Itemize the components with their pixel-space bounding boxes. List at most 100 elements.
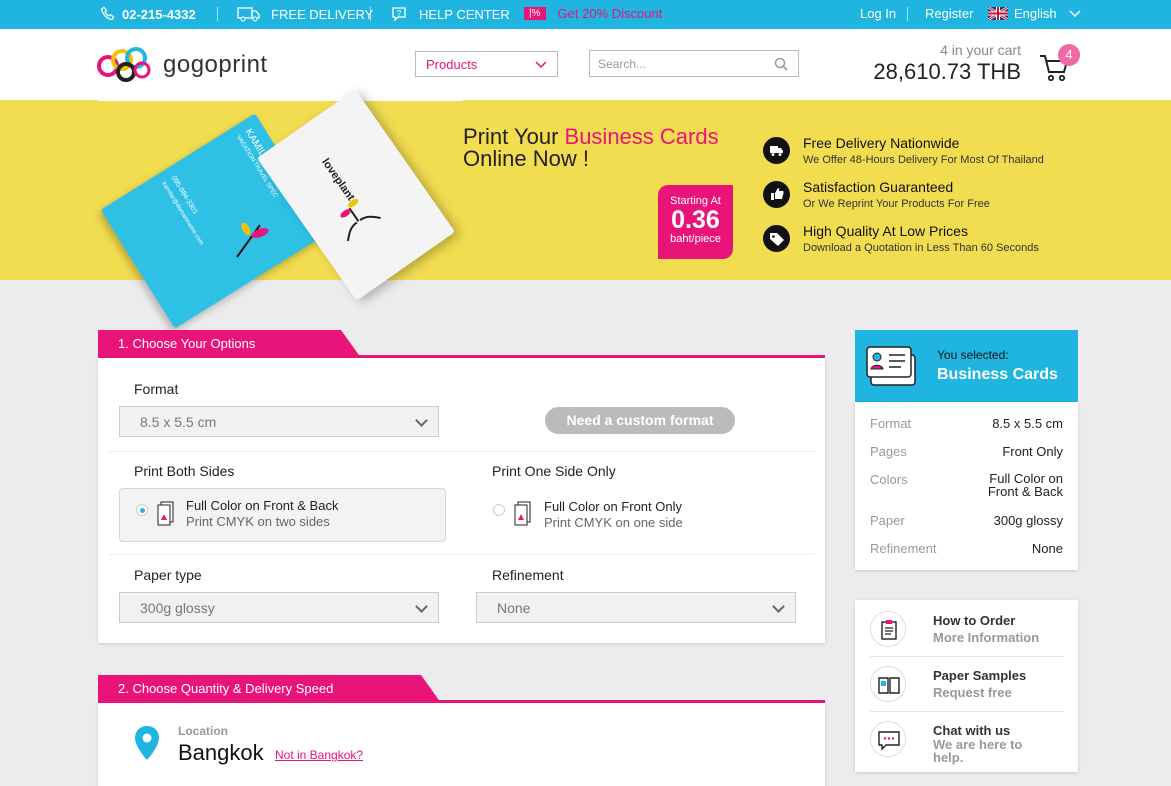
logo-wordmark[interactable]: gogoprint — [163, 51, 268, 79]
gogoprint-logo-icon[interactable] — [96, 46, 152, 84]
svg-text:?: ? — [397, 9, 402, 18]
divider — [217, 7, 218, 21]
chevron-down-icon — [415, 600, 428, 613]
selected-summary-body: Format 8.5 x 5.5 cm Pages Front Only Col… — [855, 402, 1078, 570]
option-title: Full Color on Front Only — [544, 499, 682, 514]
help-center-label: HELP CENTER — [419, 6, 510, 22]
how-to-order-item[interactable]: How to Order More Information — [870, 603, 1063, 657]
tab-slant — [417, 675, 441, 703]
hero-banner: KAMILAR PE VACATION TRAVEL SPEC 095-884-… — [0, 89, 1171, 329]
format-value: 8.5 x 5.5 cm — [140, 414, 217, 430]
selected-product: Business Cards — [937, 366, 1058, 383]
cart-total: 28,610.73 THB — [873, 59, 1021, 84]
phone-contact[interactable]: 02-215-4332 — [100, 6, 196, 22]
refinement-value: None — [497, 600, 531, 616]
tab-slant — [337, 330, 361, 358]
refinement-label: Refinement — [492, 567, 564, 583]
paper-samples-item[interactable]: Paper Samples Request free — [870, 658, 1063, 712]
paper-type-label: Paper type — [134, 567, 202, 583]
chevron-down-icon — [415, 414, 428, 427]
radio-front-only[interactable] — [493, 504, 505, 516]
thumbs-up-icon — [763, 181, 790, 208]
uk-flag-icon — [988, 7, 1008, 20]
format-label: Format — [134, 381, 179, 397]
login-link[interactable]: Log In — [860, 6, 896, 21]
summary-key: Format — [870, 416, 912, 431]
divider — [907, 7, 908, 21]
business-card-icon — [866, 346, 916, 386]
price-value: 0.36 — [671, 206, 720, 234]
summary-value: None — [1031, 541, 1063, 556]
print-both-sides-label: Print Both Sides — [134, 463, 235, 479]
summary-value: 300g glossy — [993, 513, 1063, 528]
paper-type-value: 300g glossy — [140, 600, 215, 616]
summary-value: Full Color on Front & Back — [987, 471, 1063, 499]
option-subtitle: Print CMYK on two sides — [186, 514, 330, 529]
option-full-color-front[interactable]: Full Color on Front Only Print CMYK on o… — [477, 488, 804, 542]
feature-subtitle: We Offer 48-Hours Delivery For Most Of T… — [803, 154, 1044, 166]
not-in-bangkok-link[interactable]: Not in Bangkok? — [275, 748, 363, 762]
chevron-down-icon — [1069, 9, 1081, 17]
location-label: Location — [178, 724, 228, 738]
refinement-select[interactable]: None — [476, 592, 796, 623]
help-title: How to Order — [933, 613, 1016, 628]
cart-count-text: 4 in your cart — [940, 42, 1021, 58]
summary-key: Colors — [870, 472, 908, 487]
chat-with-us-item[interactable]: Chat with us We are here to help. — [870, 713, 1022, 767]
register-link[interactable]: Register — [925, 6, 973, 21]
phone-icon — [100, 6, 115, 21]
banner-divider — [98, 100, 463, 101]
divider — [108, 451, 815, 452]
help-chat-icon: ? — [392, 7, 406, 22]
hands-plant-icon — [340, 198, 381, 242]
products-dropdown[interactable]: Products — [415, 51, 558, 77]
feature-title: High Quality At Low Prices — [803, 223, 968, 239]
chevron-down-icon — [535, 61, 547, 69]
site-header: gogoprint Products Search... 4 in your c… — [0, 29, 1171, 100]
divider — [108, 554, 815, 555]
option-full-color-both[interactable]: Full Color on Front & Back Print CMYK on… — [119, 488, 446, 542]
print-sheet-icon — [514, 501, 531, 526]
you-selected-label: You selected: — [937, 348, 1009, 362]
discount-label: Get 20% Discount — [557, 6, 663, 21]
login-label: Log In — [860, 6, 897, 21]
help-center-link[interactable]: ? HELP CENTER — [391, 6, 510, 22]
feature-subtitle: Download a Quotation in Less Than 60 Sec… — [803, 242, 1039, 254]
selected-summary-header: You selected: Business Cards — [855, 330, 1078, 402]
top-bar: 02-215-4332 FREE DELIVERY ? HELP CENTER … — [0, 0, 1171, 29]
print-one-side-label: Print One Side Only — [492, 463, 616, 479]
summary-key: Refinement — [870, 541, 937, 556]
help-subtitle: More Information — [933, 630, 1040, 645]
radio-both-selected[interactable] — [136, 504, 148, 516]
format-select[interactable]: 8.5 x 5.5 cm — [119, 406, 439, 437]
discount-badge: |% — [524, 7, 546, 20]
feature-subtitle: Or We Reprint Your Products For Free — [803, 198, 990, 210]
help-subtitle: Request free — [933, 685, 1012, 700]
options-tab: 1. Choose Your Options — [98, 330, 338, 358]
search-input[interactable]: Search... — [589, 50, 799, 77]
help-subtitle: We are here to help. — [933, 737, 1023, 765]
custom-format-button[interactable]: Need a custom format — [545, 407, 735, 434]
clipboard-icon — [870, 611, 906, 647]
search-icon[interactable] — [774, 57, 788, 71]
free-delivery-link[interactable]: FREE DELIVERY — [237, 6, 373, 22]
chat-icon — [870, 721, 906, 757]
truck-icon — [237, 7, 260, 22]
price-badge: Starting At 0.36 baht/piece — [658, 185, 733, 259]
free-delivery-label: FREE DELIVERY — [271, 6, 374, 22]
feature-title: Satisfaction Guaranteed — [803, 179, 954, 195]
print-sheet-icon — [157, 501, 174, 526]
discount-link[interactable]: |% Get 20% Discount — [524, 6, 662, 21]
price-unit: baht/piece — [670, 233, 721, 245]
quantity-tab: 2. Choose Quantity & Delivery Speed — [98, 675, 418, 703]
summary-value: 8.5 x 5.5 cm — [992, 416, 1063, 431]
divider — [370, 7, 371, 21]
register-label: Register — [925, 6, 974, 21]
language-selector[interactable]: English — [988, 6, 1081, 21]
paper-type-select[interactable]: 300g glossy — [119, 592, 439, 623]
summary-key: Paper — [870, 513, 905, 528]
help-panel: How to Order More Information Paper Samp… — [855, 600, 1078, 772]
cart-badge[interactable]: 4 — [1058, 44, 1080, 66]
tag-icon — [763, 225, 790, 252]
book-icon — [870, 666, 906, 702]
